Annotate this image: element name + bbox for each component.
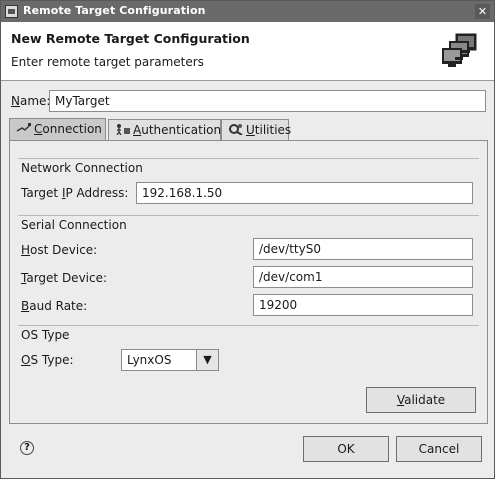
validate-button[interactable]: Validate	[366, 387, 476, 413]
serial-connection-group: Serial Connection Host Device: /dev/ttyS…	[18, 215, 479, 321]
header-banner: New Remote Target Configuration Enter re…	[1, 22, 494, 81]
tools-icon	[229, 124, 243, 135]
os-type-label: OS Type:	[21, 353, 74, 367]
banner-heading: New Remote Target Configuration	[11, 31, 250, 46]
close-icon[interactable]: ✕	[475, 4, 490, 19]
os-type-title: OS Type	[21, 328, 70, 342]
os-type-value: LynxOS	[127, 353, 172, 367]
network-connection-title: Network Connection	[21, 161, 143, 175]
name-input[interactable]: MyTarget	[49, 90, 486, 112]
dialog-window: Remote Target Configuration ✕ New Remote…	[0, 0, 495, 479]
cancel-button[interactable]: Cancel	[396, 436, 482, 462]
target-device-input[interactable]: /dev/com1	[253, 266, 473, 288]
baud-rate-label: Baud Rate:	[21, 299, 88, 313]
baud-rate-input[interactable]: 19200	[253, 294, 473, 316]
ok-button[interactable]: OK	[303, 436, 389, 462]
target-device-label: Target Device:	[21, 271, 108, 285]
host-device-label: Host Device:	[21, 243, 98, 257]
connection-tab-panel: Network Connection Target IP Address: 19…	[9, 140, 488, 424]
key-person-icon	[116, 124, 130, 135]
window-app-icon	[5, 5, 18, 18]
title-bar[interactable]: Remote Target Configuration ✕	[1, 1, 494, 22]
host-device-input[interactable]: /dev/ttyS0	[253, 238, 473, 260]
os-type-group: OS Type OS Type: LynxOS ▼	[18, 325, 479, 377]
os-type-select[interactable]: LynxOS ▼	[121, 349, 219, 371]
tab-utilities[interactable]: Utilities	[221, 119, 291, 140]
tab-authentication[interactable]: Authentication	[108, 119, 221, 140]
serial-connection-title: Serial Connection	[21, 218, 127, 232]
chevron-down-icon[interactable]: ▼	[196, 350, 218, 370]
banner-subtitle: Enter remote target parameters	[11, 55, 204, 69]
network-connection-group: Network Connection Target IP Address: 19…	[18, 158, 479, 212]
help-icon[interactable]: ?	[20, 441, 34, 455]
target-ip-label: Target IP Address:	[21, 186, 129, 200]
tab-strip: Connection Authentication Utilities	[9, 118, 488, 140]
target-ip-input[interactable]: 192.168.1.50	[136, 182, 473, 204]
window-title: Remote Target Configuration	[23, 4, 206, 17]
name-label: Name:	[11, 94, 51, 108]
tab-connection[interactable]: Connection	[9, 118, 106, 140]
network-monitors-icon	[442, 33, 477, 67]
plug-icon	[16, 123, 31, 132]
